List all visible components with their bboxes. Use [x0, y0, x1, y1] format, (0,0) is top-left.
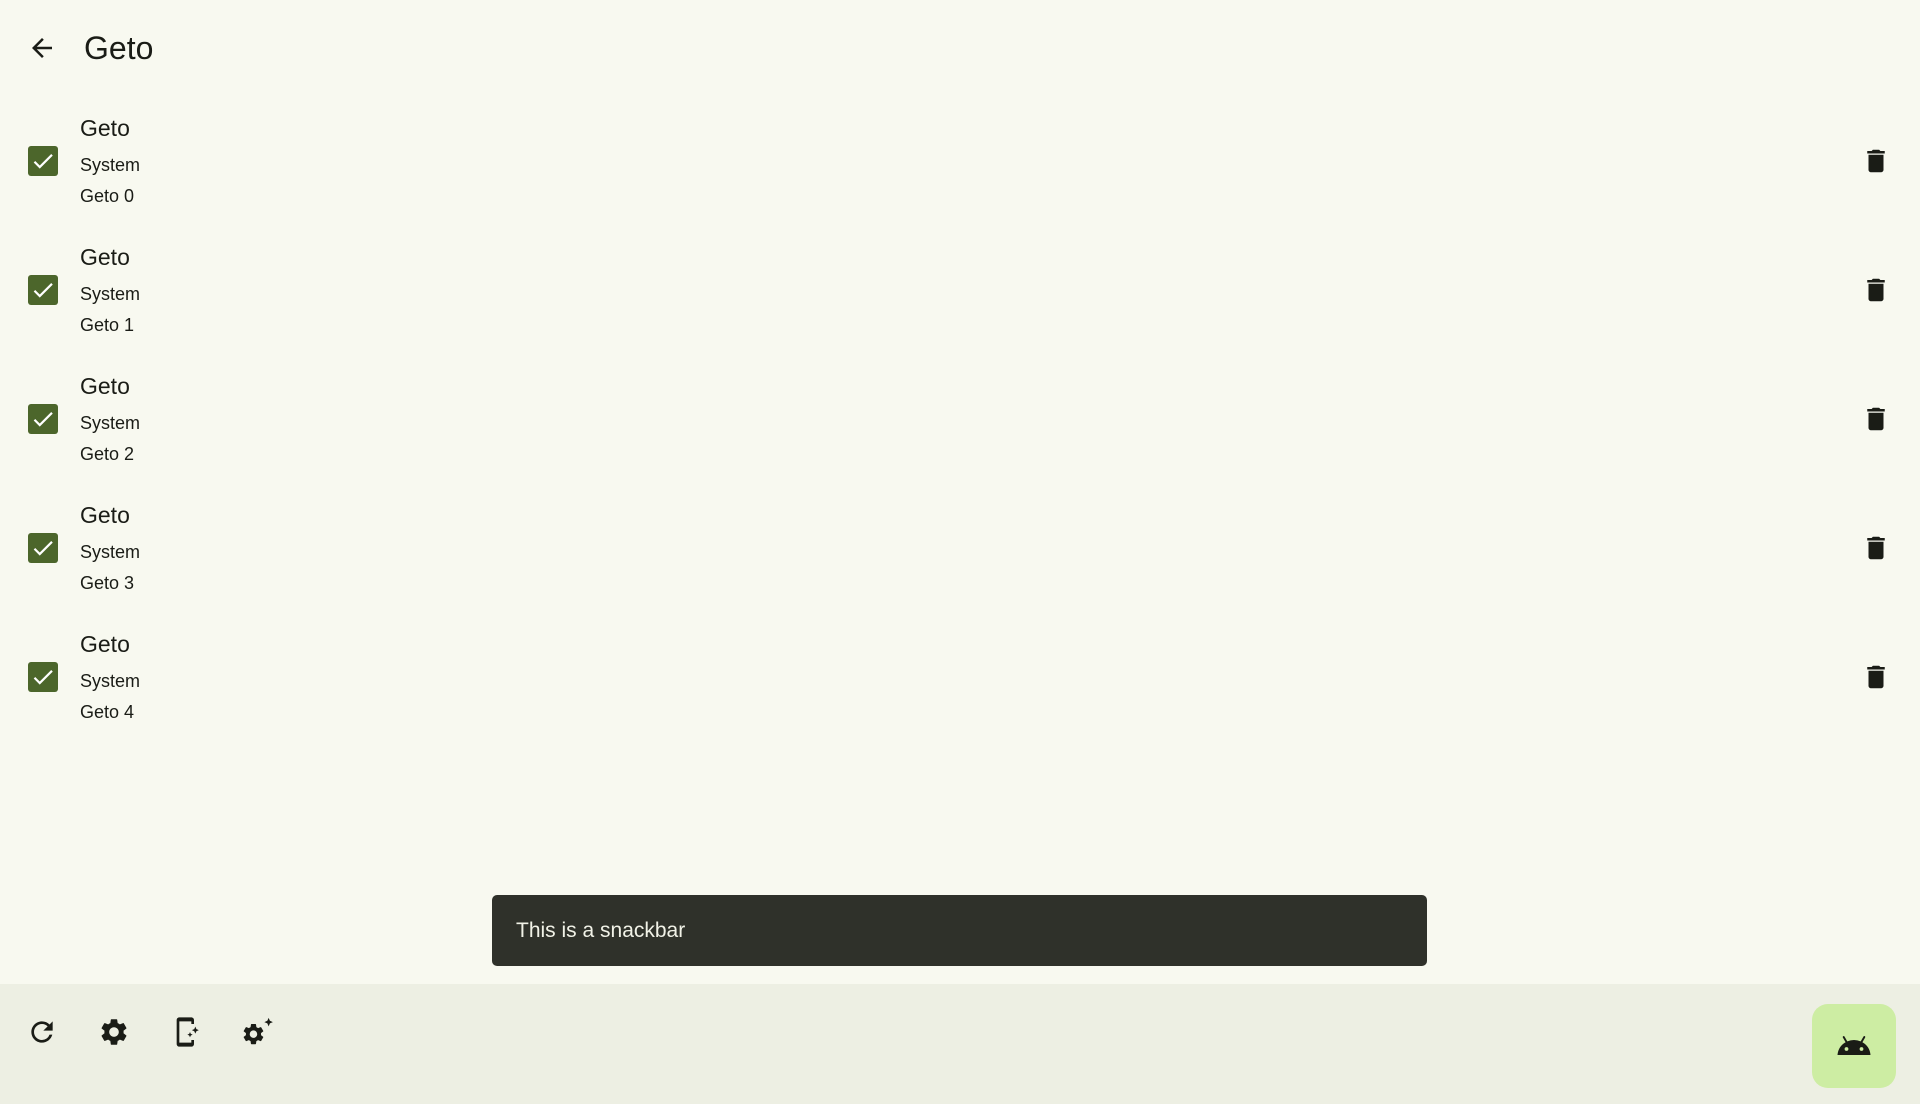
- list-item: Geto System Geto 1: [0, 236, 1920, 365]
- delete-button[interactable]: [1852, 395, 1900, 443]
- check-icon: [33, 154, 53, 169]
- item-text: Geto System Geto 4: [80, 629, 140, 724]
- item-value: Geto 0: [80, 186, 135, 206]
- item-text: Geto System Geto 0: [80, 113, 140, 208]
- item-subtitle: System: [80, 671, 141, 691]
- refresh-icon: [31, 1021, 53, 1043]
- item-title: Geto: [80, 115, 130, 141]
- delete-button[interactable]: [1852, 524, 1900, 572]
- android-fab[interactable]: [1812, 1004, 1896, 1088]
- item-value: Geto 4: [80, 702, 135, 722]
- item-title: Geto: [80, 244, 130, 270]
- check-icon: [33, 283, 53, 298]
- list-item: Geto System Geto 3: [0, 494, 1920, 623]
- item-value: Geto 2: [80, 444, 135, 464]
- item-title: Geto: [80, 502, 130, 528]
- item-title: Geto: [80, 631, 130, 657]
- item-title: Geto: [80, 373, 130, 399]
- app-root: Geto Geto System Geto 0 Geto System Geto…: [0, 0, 1920, 1104]
- item-subtitle: System: [80, 155, 141, 175]
- item-subtitle: System: [80, 413, 141, 433]
- snackbar: This is a snackbar: [492, 895, 1427, 966]
- item-checkbox[interactable]: [28, 146, 58, 176]
- snackbar-message: This is a snackbar: [516, 918, 686, 942]
- list-item: Geto System Geto 4: [0, 623, 1920, 752]
- delete-button[interactable]: [1852, 653, 1900, 701]
- delete-icon: [1867, 278, 1885, 302]
- auto-settings-icon: [243, 1017, 273, 1045]
- delete-button[interactable]: [1852, 137, 1900, 185]
- delete-button[interactable]: [1852, 266, 1900, 314]
- item-subtitle: System: [80, 284, 141, 304]
- item-value: Geto 3: [80, 573, 135, 593]
- delete-icon: [1867, 149, 1885, 173]
- item-value: Geto 1: [80, 315, 135, 335]
- delete-icon: [1867, 536, 1885, 560]
- item-checkbox[interactable]: [28, 275, 58, 305]
- item-checkbox[interactable]: [28, 533, 58, 563]
- item-text: Geto System Geto 1: [80, 242, 140, 337]
- app-settings-button[interactable]: [162, 1008, 210, 1056]
- bottom-app-bar: [0, 984, 1920, 1104]
- auto-settings-button[interactable]: [234, 1008, 282, 1056]
- item-checkbox[interactable]: [28, 404, 58, 434]
- geto-list: Geto System Geto 0 Geto System Geto 1 Ge…: [0, 107, 1920, 752]
- item-text: Geto System Geto 2: [80, 371, 140, 466]
- item-checkbox[interactable]: [28, 662, 58, 692]
- app-settings-icon: [176, 1017, 199, 1047]
- delete-icon: [1867, 407, 1885, 431]
- list-item: Geto System Geto 2: [0, 365, 1920, 494]
- settings-icon: [101, 1019, 127, 1045]
- arrow-back-icon: [32, 38, 52, 58]
- page-title: Geto: [84, 30, 154, 66]
- check-icon: [33, 541, 53, 556]
- list-item: Geto System Geto 0: [0, 107, 1920, 236]
- settings-button[interactable]: [90, 1008, 138, 1056]
- refresh-button[interactable]: [18, 1008, 66, 1056]
- delete-icon: [1867, 665, 1885, 689]
- check-icon: [33, 670, 53, 685]
- item-text: Geto System Geto 3: [80, 500, 140, 595]
- top-app-bar: Geto: [0, 0, 1920, 96]
- back-button[interactable]: [18, 24, 66, 72]
- check-icon: [33, 412, 53, 427]
- android-icon: [1837, 1036, 1871, 1055]
- item-subtitle: System: [80, 542, 141, 562]
